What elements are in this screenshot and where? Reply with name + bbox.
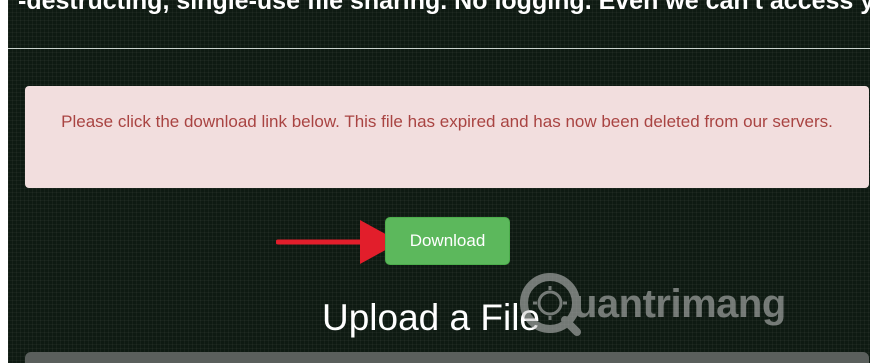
- site-tagline: -destructing, single-use file sharing. N…: [18, 0, 870, 15]
- alert-message: Please click the download link below. Th…: [61, 112, 833, 131]
- watermark: uantrimang: [515, 266, 820, 342]
- watermark-text: uantrimang: [573, 282, 786, 326]
- left-border: [0, 0, 8, 363]
- expired-alert: Please click the download link below. Th…: [25, 86, 869, 188]
- red-arrow-icon: [276, 220, 400, 264]
- download-button[interactable]: Download: [385, 217, 510, 265]
- header-divider: [8, 48, 870, 49]
- page-viewport: -destructing, single-use file sharing. N…: [0, 0, 870, 363]
- upload-heading: Upload a File: [322, 297, 541, 338]
- upload-panel: [25, 352, 869, 363]
